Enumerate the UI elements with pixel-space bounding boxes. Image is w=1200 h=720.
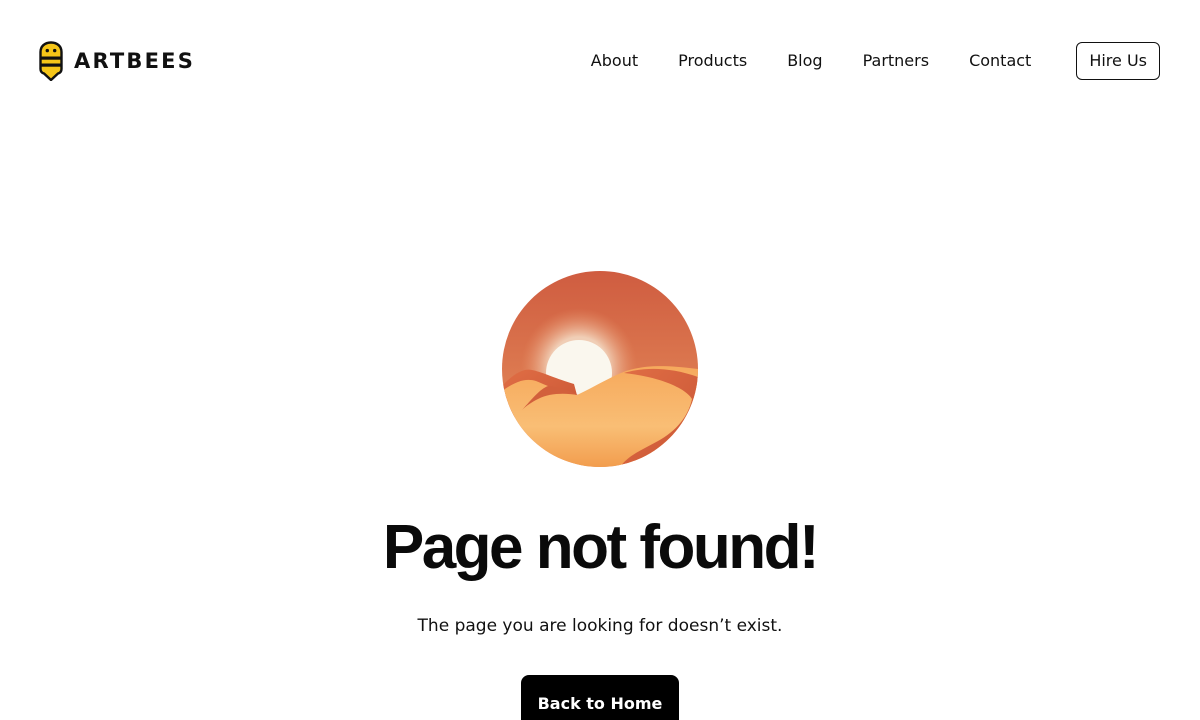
page-title: Page not found!: [382, 513, 820, 582]
bee-icon: [39, 41, 63, 81]
desert-sunset-icon: [502, 271, 698, 467]
page: ARTBEES About Products Blog Partners Con…: [0, 0, 1200, 720]
brand-name: ARTBEES: [74, 49, 196, 73]
hire-us-button[interactable]: Hire Us: [1076, 42, 1160, 80]
nav-link-blog[interactable]: Blog: [787, 42, 822, 80]
site-header: ARTBEES About Products Blog Partners Con…: [0, 0, 1200, 122]
nav-link-partners[interactable]: Partners: [863, 42, 929, 80]
error-message: The page you are looking for doesn’t exi…: [417, 616, 783, 636]
nav-link-about[interactable]: About: [591, 42, 638, 80]
nav-link-products[interactable]: Products: [678, 42, 747, 80]
nav-link-contact[interactable]: Contact: [969, 42, 1031, 80]
logo-link[interactable]: ARTBEES: [39, 41, 195, 81]
back-to-home-button[interactable]: Back to Home: [521, 675, 679, 720]
main-nav: About Products Blog Partners Contact Hir…: [591, 42, 1160, 80]
